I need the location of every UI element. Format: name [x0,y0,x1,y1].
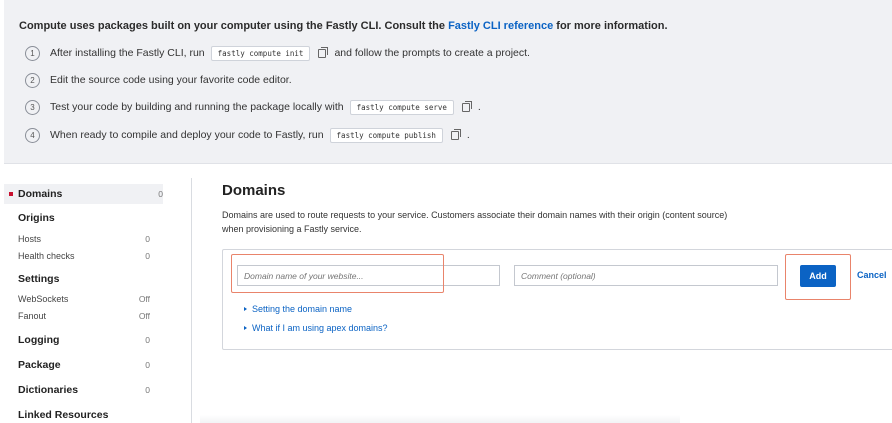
copy-icon[interactable] [461,100,472,112]
step-4: 4 When ready to compile and deploy your … [25,126,470,144]
step-3: 3 Test your code by building and running… [25,98,481,116]
compute-info-banner: Compute uses packages built on your comp… [4,0,892,164]
sidebar-item-count: 0 [145,385,150,395]
setting-domain-name-link[interactable]: Setting the domain name [244,304,352,314]
step-text: After installing the Fastly CLI, run [50,47,205,59]
step-number: 4 [25,127,40,143]
sidebar-item-linked-resources[interactable]: Linked Resources [18,409,150,421]
sidebar-item-label: Package [18,359,61,371]
bottom-fade [200,415,680,423]
link-label: Setting the domain name [252,304,353,314]
step-1: 1 After installing the Fastly CLI, run f… [25,44,530,62]
sidebar-item-count: 0 [158,189,163,199]
sidebar-item-count: Off [138,294,150,304]
sidebar-item-package[interactable]: Package 0 [18,359,150,371]
page-description: Domains are used to route requests to yo… [222,210,728,234]
sidebar-item-count: 0 [145,251,150,261]
banner-intro: Compute uses packages built on your comp… [19,20,668,32]
sidebar-item-dictionaries[interactable]: Dictionaries 0 [18,384,150,396]
sidebar-item-label: Origins [18,212,55,224]
comment-input[interactable] [514,265,778,286]
step-text-after: and follow the prompts to create a proje… [334,47,530,59]
sidebar-item-logging[interactable]: Logging 0 [18,334,150,346]
sidebar-item-health-checks[interactable]: Health checks 0 [18,251,150,261]
apex-domains-link[interactable]: What if I am using apex domains? [244,323,388,333]
step-text-after: . [466,129,470,141]
step-number: 1 [25,45,40,61]
step-text: When ready to compile and deploy your co… [50,129,324,141]
sidebar-item-hosts[interactable]: Hosts 0 [18,234,150,244]
sidebar-item-count: 0 [145,335,150,345]
sidebar-item-label: Dictionaries [18,384,79,396]
caret-right-icon [244,307,247,311]
intro-text: Compute uses packages built on your comp… [19,20,445,32]
fastly-cli-reference-link[interactable]: Fastly CLI reference [448,20,553,32]
code-snippet: fastly compute serve [349,99,454,115]
step-number: 2 [25,72,40,88]
sidebar-item-count: 0 [145,360,150,370]
sidebar-item-label: Linked Resources [18,409,109,421]
domain-input-highlight [231,254,444,293]
sidebar-item-websockets[interactable]: WebSockets Off [18,294,150,304]
active-marker [9,192,13,196]
sidebar-item-label: Fanout [18,311,47,321]
caret-right-icon [244,326,247,330]
sidebar-item-count: Off [138,311,150,321]
step-2: 2 Edit the source code using your favori… [25,71,292,89]
code-snippet: fastly compute publish [329,127,443,143]
intro-suffix: for more information. [556,20,668,32]
step-text: Edit the source code using your favorite… [50,74,292,86]
service-sidebar: Domains 0 Origins Hosts 0 Health checks … [0,178,192,423]
sidebar-item-domains[interactable]: Domains 0 [4,184,163,204]
step-number: 3 [25,99,40,115]
sidebar-item-label: Hosts [18,234,42,244]
add-button[interactable]: Add [800,265,836,287]
sidebar-item-settings[interactable]: Settings [18,273,150,285]
cancel-button[interactable]: Cancel [857,270,887,280]
sidebar-item-label: Health checks [18,251,75,261]
sidebar-item-fanout[interactable]: Fanout Off [18,311,150,321]
code-snippet: fastly compute init [210,45,311,61]
copy-icon[interactable] [450,128,461,140]
sidebar-item-count: 0 [145,234,150,244]
sidebar-item-label: Domains [18,188,63,200]
step-text-after: . [477,101,481,113]
copy-icon[interactable] [318,46,329,58]
sidebar-item-label: Logging [18,334,60,346]
link-label: What if I am using apex domains? [252,323,388,333]
sidebar-item-label: Settings [18,273,60,285]
page-title: Domains [222,182,286,199]
step-text: Test your code by building and running t… [50,101,344,113]
sidebar-item-origins[interactable]: Origins [18,212,150,224]
sidebar-item-label: WebSockets [18,294,69,304]
